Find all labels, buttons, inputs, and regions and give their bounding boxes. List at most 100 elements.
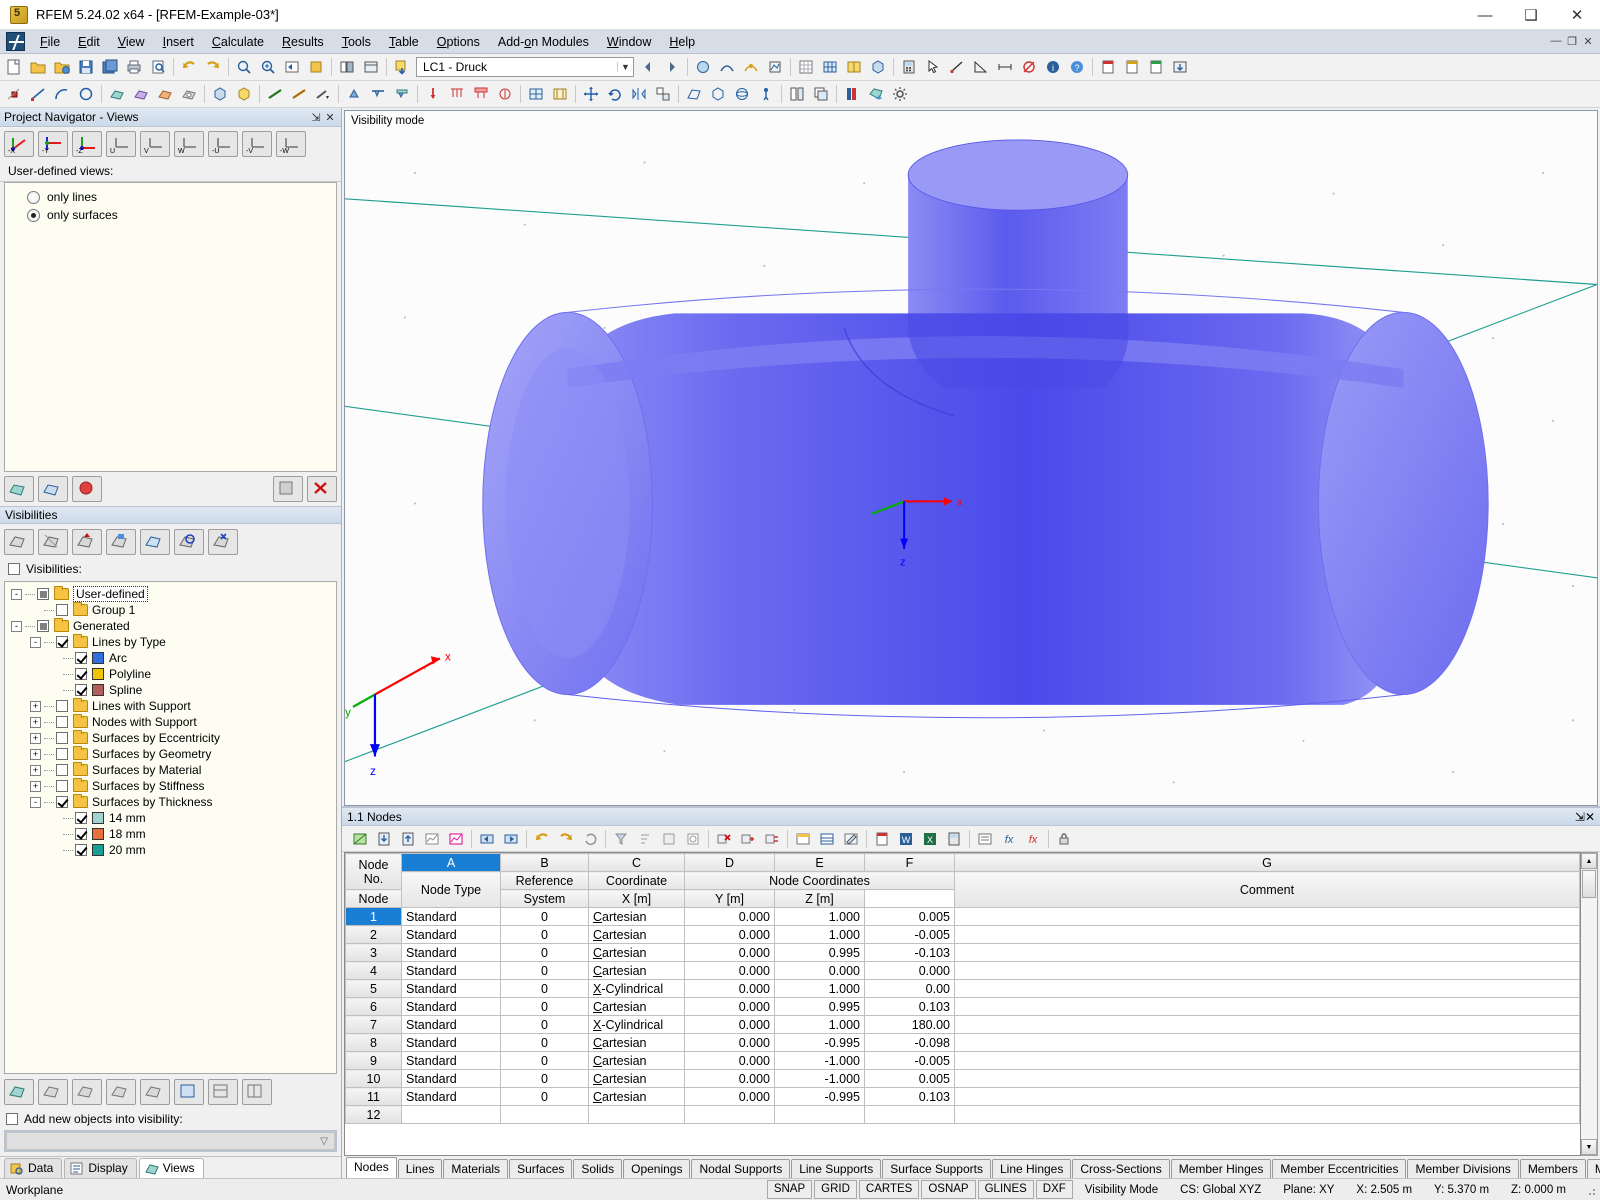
menu-table[interactable]: Table bbox=[380, 32, 428, 52]
line-tool-icon[interactable] bbox=[27, 83, 49, 105]
color-legend-icon[interactable] bbox=[841, 83, 863, 105]
dim-icon[interactable] bbox=[994, 56, 1016, 78]
tree-node[interactable]: - User-defined bbox=[5, 586, 336, 602]
add-objects-row[interactable]: Add new objects into visibility: bbox=[0, 1110, 341, 1130]
expand-icon[interactable]: + bbox=[30, 732, 41, 744]
collapse-icon[interactable]: - bbox=[11, 588, 22, 600]
tree-node[interactable]: + Surfaces by Geometry bbox=[5, 746, 336, 762]
select-icon[interactable] bbox=[922, 56, 944, 78]
cell-reference-node[interactable]: 0 bbox=[500, 925, 589, 944]
view-button-minus-u[interactable]: -U bbox=[208, 131, 238, 157]
tree-node[interactable]: + Surfaces by Material bbox=[5, 762, 336, 778]
table-import-icon[interactable] bbox=[373, 828, 395, 850]
table-row[interactable]: 7 Standard 0 X-Cylindrical 0.000 1.000 180.00 bbox=[345, 1015, 1580, 1034]
tree-node[interactable]: 20 mm bbox=[5, 842, 336, 858]
settings-gear-icon[interactable] bbox=[889, 83, 911, 105]
tree-checkbox[interactable] bbox=[75, 812, 87, 824]
cell-z[interactable]: 0.103 bbox=[864, 997, 955, 1016]
circle-tool-icon[interactable] bbox=[75, 83, 97, 105]
menu-results[interactable]: Results bbox=[273, 32, 333, 52]
table-tab-members[interactable]: Members bbox=[1519, 1159, 1586, 1178]
line-load-icon[interactable] bbox=[446, 83, 468, 105]
cell-z[interactable]: -0.005 bbox=[864, 1051, 955, 1070]
cell-z[interactable]: 0.005 bbox=[864, 907, 955, 926]
table-find-icon[interactable] bbox=[682, 828, 704, 850]
table-row[interactable]: 1 Standard 0 Cartesian 0.000 1.000 0.005 bbox=[345, 907, 1580, 926]
table-row[interactable]: 12 bbox=[345, 1105, 1580, 1124]
tree-node[interactable]: - Lines by Type bbox=[5, 634, 336, 650]
table-row[interactable]: 10 Standard 0 Cartesian 0.000 -1.000 0.005 bbox=[345, 1069, 1580, 1088]
table-export-excel-icon[interactable]: X bbox=[919, 828, 941, 850]
vis-bottom-clear-icon[interactable] bbox=[140, 1079, 170, 1105]
table-row[interactable]: 5 Standard 0 X-Cylindrical 0.000 1.000 0.00 bbox=[345, 979, 1580, 998]
cell-node-type[interactable]: Standard bbox=[401, 1015, 501, 1034]
menu-insert[interactable]: Insert bbox=[154, 32, 203, 52]
cell-coordinate-system[interactable]: X-Cylindrical bbox=[588, 979, 685, 998]
cell-coordinate-system[interactable]: Cartesian bbox=[588, 925, 685, 944]
tree-checkbox[interactable] bbox=[37, 620, 49, 632]
cell-y[interactable]: -0.995 bbox=[774, 1087, 865, 1106]
table-vertical-scrollbar[interactable]: ▲ ▼ bbox=[1581, 852, 1598, 1156]
cell-x[interactable]: 0.000 bbox=[684, 1051, 775, 1070]
cell-coordinate-system[interactable]: Cartesian bbox=[588, 943, 685, 962]
cell-comment[interactable] bbox=[954, 997, 1580, 1016]
redo-icon[interactable] bbox=[202, 56, 224, 78]
table-pin-icon[interactable]: ⇲ bbox=[1575, 810, 1585, 824]
mesh-refine-icon[interactable] bbox=[549, 83, 571, 105]
free-load-icon[interactable] bbox=[494, 83, 516, 105]
cell-comment[interactable] bbox=[954, 1051, 1580, 1070]
menu-edit[interactable]: Edit bbox=[69, 32, 109, 52]
save-view-button[interactable] bbox=[273, 476, 303, 502]
menu-calculate[interactable]: Calculate bbox=[203, 32, 273, 52]
view-button-minus-v[interactable]: -V bbox=[242, 131, 272, 157]
cell-node-type[interactable]: Standard bbox=[401, 907, 501, 926]
visibility-from-selection-button[interactable] bbox=[72, 529, 102, 555]
table-insert-row-icon[interactable] bbox=[737, 828, 759, 850]
tree-node[interactable]: + Surfaces by Stiffness bbox=[5, 778, 336, 794]
window-cascade-icon[interactable] bbox=[810, 83, 832, 105]
measure-icon[interactable] bbox=[946, 56, 968, 78]
cell-comment[interactable] bbox=[954, 1087, 1580, 1106]
table-chart2-icon[interactable] bbox=[445, 828, 467, 850]
cell-node-type[interactable] bbox=[401, 1105, 501, 1124]
tree-node[interactable]: Polyline bbox=[5, 666, 336, 682]
section-icon[interactable] bbox=[1018, 56, 1040, 78]
cell-z[interactable]: -0.005 bbox=[864, 925, 955, 944]
scroll-down-icon[interactable]: ▼ bbox=[1581, 1139, 1597, 1155]
cell-y[interactable] bbox=[774, 1105, 865, 1124]
info-icon[interactable]: i bbox=[1042, 56, 1064, 78]
tree-checkbox[interactable] bbox=[56, 796, 68, 808]
view-button-minus-x[interactable]: -X bbox=[4, 131, 34, 157]
arc-tool-icon[interactable] bbox=[51, 83, 73, 105]
angle-icon[interactable] bbox=[970, 56, 992, 78]
cell-z[interactable]: 0.000 bbox=[864, 961, 955, 980]
expand-icon[interactable]: + bbox=[30, 780, 41, 792]
table-redo-icon[interactable] bbox=[555, 828, 577, 850]
table-next-icon[interactable] bbox=[500, 828, 522, 850]
cell-comment[interactable] bbox=[954, 1015, 1580, 1034]
cell-z[interactable]: 0.103 bbox=[864, 1087, 955, 1106]
view-button-minus-z[interactable]: -Z bbox=[72, 131, 102, 157]
load-case-combo[interactable]: LC1 - Druck ▼ bbox=[416, 57, 634, 77]
mdi-close-button[interactable]: ✕ bbox=[1580, 35, 1596, 48]
app-menu-icon[interactable] bbox=[6, 32, 25, 51]
solid-contact-icon[interactable] bbox=[233, 83, 255, 105]
cell-node-no[interactable]: 3 bbox=[345, 943, 402, 962]
view-rotate3d-icon[interactable] bbox=[731, 83, 753, 105]
cell-coordinate-system[interactable]: Cartesian bbox=[588, 1069, 685, 1088]
rotate-icon[interactable] bbox=[604, 83, 626, 105]
tree-node[interactable]: + Surfaces by Eccentricity bbox=[5, 730, 336, 746]
table-filter-icon[interactable] bbox=[610, 828, 632, 850]
cell-comment[interactable] bbox=[954, 907, 1580, 926]
cell-node-no[interactable]: 1 bbox=[345, 907, 402, 926]
add-objects-checkbox[interactable] bbox=[6, 1113, 18, 1125]
scroll-thumb[interactable] bbox=[1582, 870, 1596, 898]
open-recent-icon[interactable] bbox=[51, 56, 73, 78]
expand-icon[interactable]: + bbox=[30, 764, 41, 776]
resize-grip-icon[interactable] bbox=[1583, 1183, 1597, 1197]
cell-x[interactable]: 0.000 bbox=[684, 925, 775, 944]
cell-x[interactable]: 0.000 bbox=[684, 907, 775, 926]
status-cartes[interactable]: CARTES bbox=[858, 1180, 920, 1199]
cell-comment[interactable] bbox=[954, 961, 1580, 980]
table-edit-icon[interactable] bbox=[840, 828, 862, 850]
